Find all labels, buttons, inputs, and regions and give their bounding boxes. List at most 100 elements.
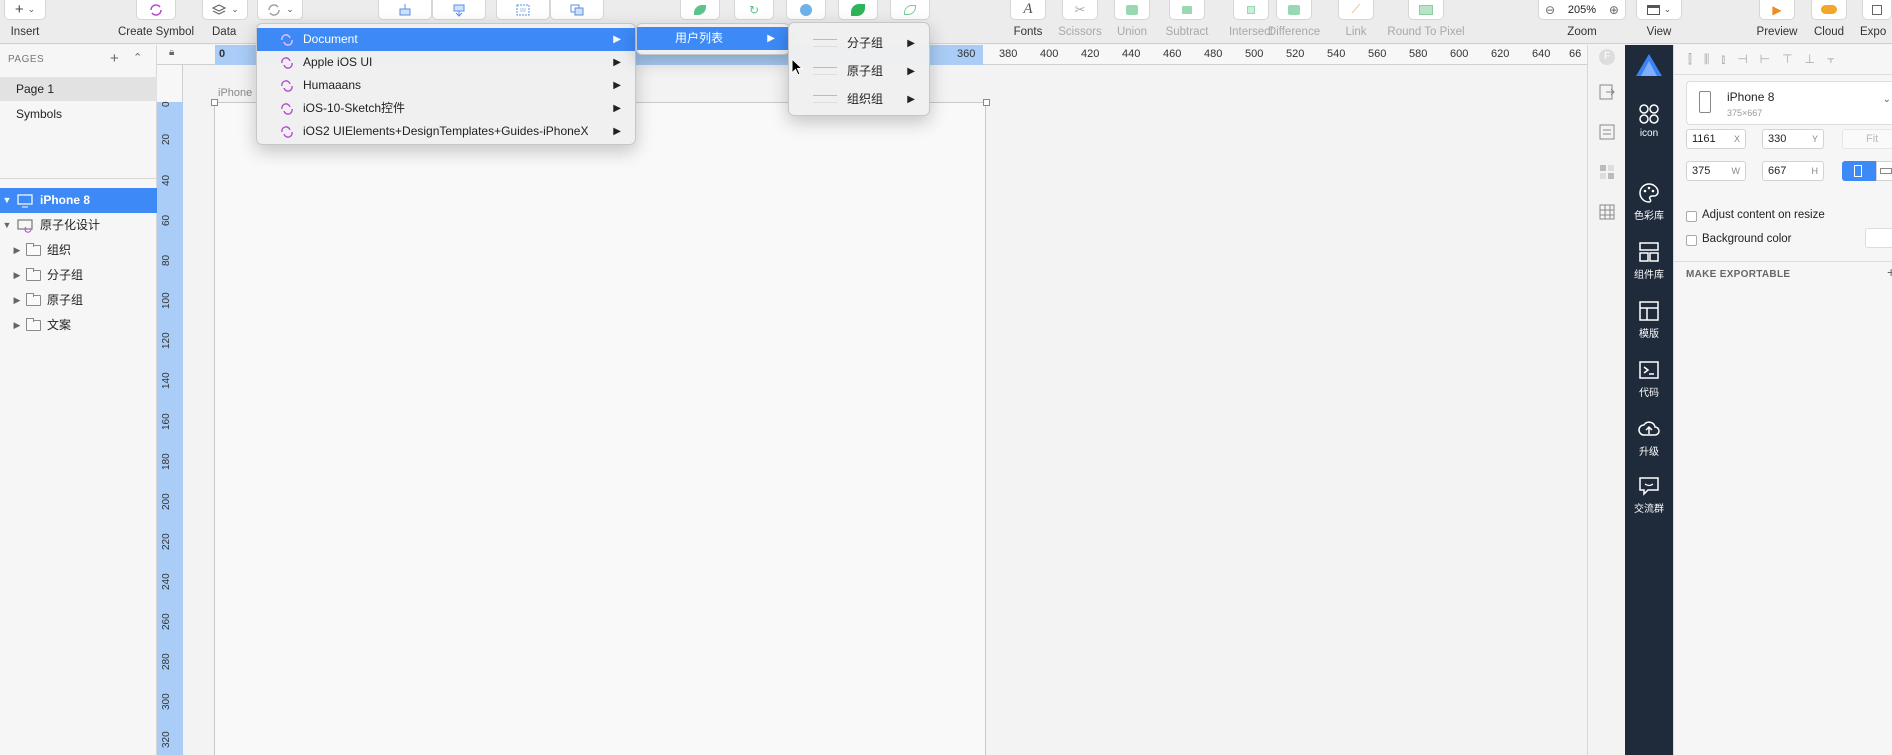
menu-item-ios2-uielements[interactable]: iOS2 UIElements+DesignTemplates+Guides-i… bbox=[257, 120, 635, 143]
grid-tiles-icon[interactable] bbox=[1598, 163, 1616, 181]
add-export-icon[interactable]: + bbox=[1887, 264, 1892, 280]
menu-item-molecule-group[interactable]: 分子组 ▶ bbox=[789, 29, 929, 57]
landscape-orientation-button[interactable] bbox=[1876, 161, 1892, 181]
artboard-iphone8[interactable] bbox=[214, 102, 986, 755]
create-symbol-tool[interactable]: Create Symbol bbox=[114, 0, 198, 44]
fonts-button[interactable]: A bbox=[1010, 0, 1046, 20]
group-button[interactable] bbox=[496, 0, 550, 20]
plugin-community[interactable]: 交流群 bbox=[1625, 475, 1673, 515]
plugin-code[interactable]: 代码 bbox=[1625, 359, 1673, 399]
zoom-in-icon[interactable]: ⊕ bbox=[1609, 3, 1619, 17]
canvas[interactable]: iPhone bbox=[183, 65, 1587, 755]
disclosure-open-icon[interactable]: ▼ bbox=[2, 188, 12, 213]
plugin-component-library[interactable]: 组件库 bbox=[1625, 241, 1673, 281]
plugin-b-button[interactable]: ↻ bbox=[734, 0, 774, 20]
zoom-control[interactable]: ⊖ 205% ⊕ bbox=[1538, 0, 1626, 20]
disclosure-closed-icon[interactable]: ▶ bbox=[12, 263, 22, 288]
export-tool[interactable]: Expo bbox=[1858, 0, 1892, 44]
layer-group-copy[interactable]: ▶ 文案 bbox=[0, 313, 157, 338]
y-position-field[interactable]: 330 Y bbox=[1762, 129, 1824, 149]
menu-item-org-group[interactable]: 组织组 ▶ bbox=[789, 85, 929, 113]
adjust-content-checkbox[interactable] bbox=[1686, 211, 1697, 222]
disclosure-closed-icon[interactable]: ▶ bbox=[12, 288, 22, 313]
x-position-field[interactable]: 1161 X bbox=[1686, 129, 1746, 149]
artboard-title[interactable]: iPhone bbox=[218, 87, 252, 99]
table-grid-icon[interactable] bbox=[1598, 203, 1616, 221]
cloud-button[interactable] bbox=[1811, 0, 1847, 20]
fonts-tool[interactable]: A Fonts bbox=[1006, 0, 1050, 44]
height-field[interactable]: 667 H bbox=[1762, 161, 1824, 181]
resize-handle[interactable] bbox=[211, 99, 218, 106]
background-color-swatch[interactable] bbox=[1865, 228, 1892, 248]
sync-button[interactable]: ⌄ bbox=[257, 0, 303, 20]
insert-tool[interactable]: + ⌄ Insert bbox=[0, 0, 50, 44]
preview-tool[interactable]: ▶ Preview bbox=[1754, 0, 1800, 44]
menu-item-user-list[interactable]: 用户列表 ▶ bbox=[637, 27, 789, 50]
page-item-symbols[interactable]: Symbols bbox=[0, 102, 157, 126]
page-item-page-1[interactable]: Page 1 bbox=[0, 77, 157, 101]
plugin-icon-library[interactable]: icon bbox=[1625, 103, 1673, 139]
layer-group-atom[interactable]: ▶ 原子组 bbox=[0, 288, 157, 313]
subtract-label: Subtract bbox=[1165, 26, 1209, 38]
data-tool[interactable]: ⌄ Data bbox=[202, 0, 248, 44]
collapse-pages-icon[interactable]: ⌃ bbox=[133, 51, 142, 64]
plugin-d-button[interactable] bbox=[838, 0, 878, 20]
cloud-tool[interactable]: Cloud bbox=[1808, 0, 1850, 44]
view-tool[interactable]: ⌄ View bbox=[1636, 0, 1682, 44]
scissors-tool[interactable]: ✂ Scissors bbox=[1056, 0, 1104, 44]
menu-item-humaaans[interactable]: Humaaans ▶ bbox=[257, 74, 635, 97]
device-preset-select[interactable]: iPhone 8 375×667 ⌄ bbox=[1686, 81, 1892, 125]
plugin-a-button[interactable] bbox=[680, 0, 720, 20]
fit-button[interactable]: Fit bbox=[1842, 129, 1892, 149]
align-forward-button[interactable] bbox=[378, 0, 432, 20]
data-button[interactable]: ⌄ bbox=[202, 0, 248, 20]
menu-item-ios10-sketch[interactable]: iOS-10-Sketch控件 ▶ bbox=[257, 97, 635, 120]
view-button[interactable]: ⌄ bbox=[1636, 0, 1682, 20]
align-icons[interactable]: ⫿⫼⫾⊣⊢⊤⊥⫟ bbox=[1688, 52, 1846, 67]
align-backward-button[interactable] bbox=[432, 0, 486, 20]
create-symbol-button[interactable] bbox=[136, 0, 176, 20]
zoom-out-icon[interactable]: ⊖ bbox=[1545, 3, 1555, 17]
round-to-pixel-tool[interactable]: Round To Pixel bbox=[1378, 0, 1474, 44]
plugin-templates[interactable]: 模版 bbox=[1625, 300, 1673, 340]
plugin-c-button[interactable] bbox=[786, 0, 826, 20]
union-tool[interactable]: Union bbox=[1110, 0, 1154, 44]
round-to-pixel-button[interactable] bbox=[1408, 0, 1444, 20]
scissors-button[interactable]: ✂ bbox=[1062, 0, 1098, 20]
disclosure-closed-icon[interactable]: ▶ bbox=[12, 313, 22, 338]
plugin-upgrade[interactable]: 升级 bbox=[1625, 418, 1673, 458]
menu-item-atom-group[interactable]: 原子组 ▶ bbox=[789, 57, 929, 85]
export-button[interactable] bbox=[1862, 0, 1892, 20]
export-arrow-icon[interactable] bbox=[1598, 83, 1616, 101]
menu-item-apple-ios-ui[interactable]: Apple iOS UI ▶ bbox=[257, 51, 635, 74]
link-tool[interactable]: ⟋ Link bbox=[1336, 0, 1376, 44]
fontawesome-icon[interactable]: F bbox=[1599, 49, 1615, 65]
disclosure-closed-icon[interactable]: ▶ bbox=[12, 238, 22, 263]
plugin-color-library[interactable]: 色彩库 bbox=[1625, 182, 1673, 222]
link-button[interactable]: ⟋ bbox=[1338, 0, 1374, 20]
insert-button[interactable]: + ⌄ bbox=[4, 0, 46, 20]
ungroup-button[interactable] bbox=[550, 0, 604, 20]
menu-item-label: Apple iOS UI bbox=[303, 55, 373, 69]
subtract-tool[interactable]: Subtract bbox=[1158, 0, 1216, 44]
layer-group-molecule[interactable]: ▶ 分子组 bbox=[0, 263, 157, 288]
vertical-ruler[interactable]: 0 20 40 60 80 100 120 140 160 180 200 22… bbox=[157, 65, 183, 755]
difference-button[interactable] bbox=[1276, 0, 1312, 20]
difference-tool[interactable]: Difference bbox=[1264, 0, 1324, 44]
lock-icon[interactable]: 🔒︎ bbox=[169, 47, 174, 58]
subtract-button[interactable] bbox=[1169, 0, 1205, 20]
preview-button[interactable]: ▶ bbox=[1759, 0, 1795, 20]
disclosure-open-icon[interactable]: ▼ bbox=[2, 213, 12, 238]
layer-group-org[interactable]: ▶ 组织 bbox=[0, 238, 157, 263]
portrait-orientation-button[interactable] bbox=[1842, 161, 1876, 181]
layer-symbol-atomic[interactable]: ▼ 原子化设计 bbox=[0, 213, 157, 238]
add-page-icon[interactable]: + bbox=[110, 50, 119, 67]
union-button[interactable] bbox=[1114, 0, 1150, 20]
list-panel-icon[interactable] bbox=[1598, 123, 1616, 141]
menu-item-document[interactable]: Document ▶ bbox=[257, 28, 635, 51]
layer-artboard-iphone8[interactable]: ▼ iPhone 8 bbox=[0, 188, 157, 213]
background-color-checkbox[interactable] bbox=[1686, 235, 1697, 246]
width-field[interactable]: 375 W bbox=[1686, 161, 1746, 181]
resize-handle[interactable] bbox=[983, 99, 990, 106]
plugin-e-button[interactable] bbox=[890, 0, 930, 20]
